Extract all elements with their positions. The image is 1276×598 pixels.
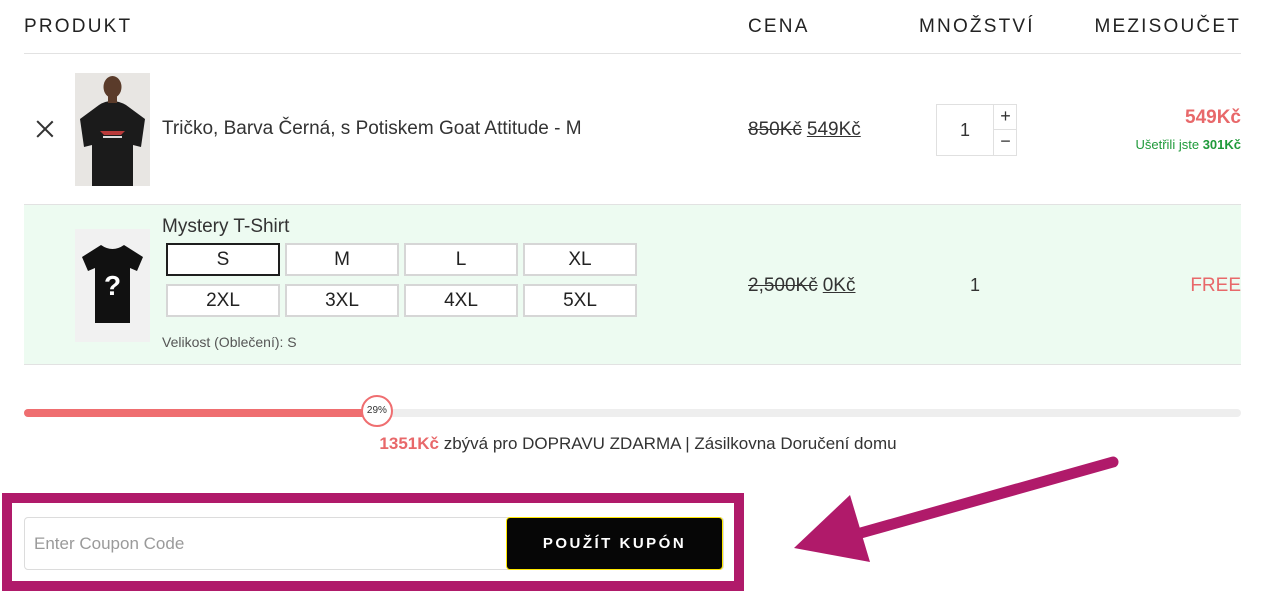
line-subtotal: 549Kč xyxy=(1185,107,1241,128)
apply-coupon-button[interactable]: POUŽÍT KUPÓN xyxy=(506,517,723,570)
variant-value: S xyxy=(287,334,297,350)
quantity-decrease-button[interactable]: − xyxy=(993,130,1017,155)
header-quantity: MNOŽSTVÍ xyxy=(919,16,1035,37)
mystery-thumbnail[interactable]: ? xyxy=(75,229,150,342)
price-original: 2,500Kč xyxy=(748,275,818,296)
size-option-3xl[interactable]: 3XL xyxy=(285,284,399,317)
pointer-arrow-icon xyxy=(794,456,1119,562)
savings-note: Ušetřili jste 301Kč xyxy=(1135,137,1241,152)
savings-label: Ušetřili jste xyxy=(1135,137,1200,152)
product-name[interactable]: Tričko, Barva Černá, s Potiskem Goat Att… xyxy=(162,118,582,140)
quantity-input[interactable]: 1 xyxy=(937,105,993,155)
size-option-2xl[interactable]: 2XL xyxy=(166,284,280,317)
quantity-increase-button[interactable]: + xyxy=(993,105,1017,130)
variant-label: Velikost (Oblečení): xyxy=(162,334,284,350)
progress-percent-badge: 29% xyxy=(360,395,393,427)
quantity-stepper: 1 + − xyxy=(936,104,1017,156)
cart-row-mystery: ? Mystery T-Shirt S M L XL 2XL 3XL 4XL 5… xyxy=(24,205,1241,365)
header-subtotal: MEZISOUČET xyxy=(1094,16,1241,37)
size-selector: S M L XL 2XL 3XL 4XL 5XL xyxy=(166,243,637,317)
size-option-xl[interactable]: XL xyxy=(523,243,637,276)
size-option-4xl[interactable]: 4XL xyxy=(404,284,518,317)
size-option-s[interactable]: S xyxy=(166,243,280,276)
progress-fill xyxy=(24,409,377,417)
product-thumbnail[interactable] xyxy=(75,73,150,186)
price-sale: 549Kč xyxy=(806,119,861,140)
variant-info: Velikost (Oblečení): S xyxy=(162,334,297,350)
product-price: 850Kč 549Kč xyxy=(748,119,861,141)
svg-text:?: ? xyxy=(104,270,121,301)
size-option-m[interactable]: M xyxy=(285,243,399,276)
mystery-product-name[interactable]: Mystery T-Shirt xyxy=(162,216,289,238)
quantity-value: 1 xyxy=(970,275,981,295)
cart-row-tshirt: Tričko, Barva Černá, s Potiskem Goat Att… xyxy=(24,54,1241,205)
size-option-l[interactable]: L xyxy=(404,243,518,276)
size-option-5xl[interactable]: 5XL xyxy=(523,284,637,317)
free-shipping-progress: 29% xyxy=(24,395,1241,427)
savings-amount: 301Kč xyxy=(1202,137,1241,152)
header-price: CENA xyxy=(748,16,810,37)
remove-item-icon[interactable] xyxy=(36,120,54,138)
mystery-price: 2,500Kč 0Kč xyxy=(748,275,855,297)
price-original: 850Kč xyxy=(748,119,802,140)
line-subtotal-free: FREE xyxy=(1190,275,1241,296)
remaining-amount: 1351Kč xyxy=(379,434,439,453)
cart-table-header: PRODUKT CENA MNOŽSTVÍ MEZISOUČET xyxy=(24,0,1241,54)
header-product: PRODUKT xyxy=(24,16,133,37)
price-sale: 0Kč xyxy=(822,275,856,296)
coupon-highlight-frame: POUŽÍT KUPÓN xyxy=(2,493,744,591)
